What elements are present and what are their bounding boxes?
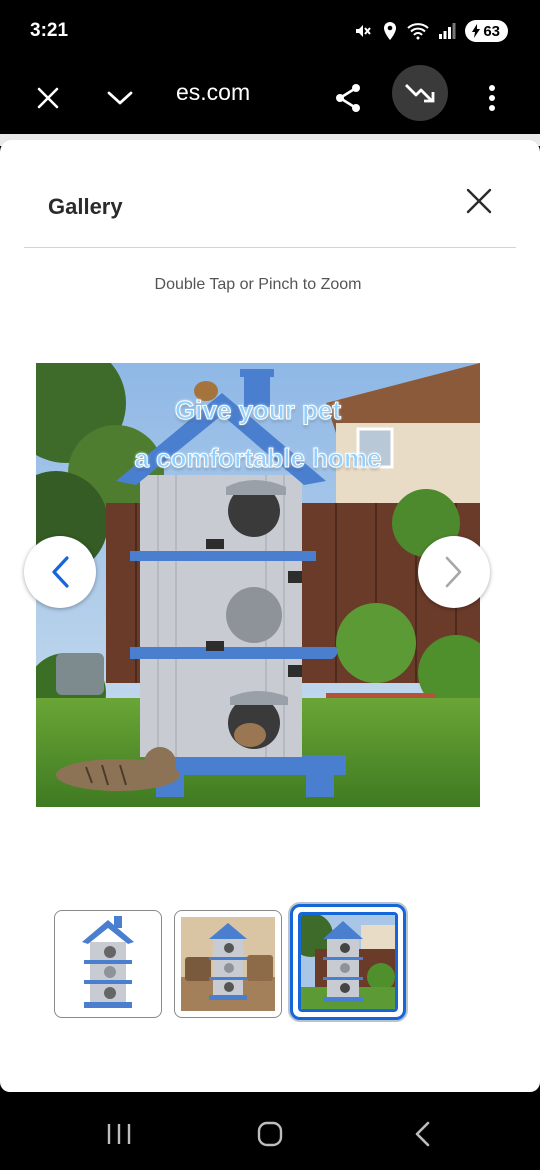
thumbnail-3-selected[interactable] — [290, 904, 406, 1020]
status-icons: 63 — [353, 19, 508, 43]
battery-level: 63 — [483, 22, 500, 40]
gallery-modal: Gallery Double Tap or Pinch to Zoom Give… — [0, 140, 540, 1092]
product-image-picture — [36, 363, 480, 807]
thumbnail-selected-frame — [298, 912, 398, 1012]
back-icon — [415, 1121, 430, 1147]
promo-text-line1: Give your pet — [174, 395, 342, 426]
modal-title: Gallery — [48, 194, 123, 219]
close-icon — [37, 87, 59, 109]
trending-down-icon — [405, 84, 435, 103]
battery-icon: 63 — [465, 20, 508, 42]
location-icon — [382, 21, 398, 41]
home-icon — [257, 1121, 283, 1147]
thumbnail-image — [82, 916, 134, 1008]
status-time: 3:21 — [30, 20, 69, 41]
price-drop-button[interactable] — [392, 65, 448, 121]
wifi-icon — [407, 22, 429, 40]
thumbnail-image — [301, 915, 395, 1009]
recent-apps-icon — [107, 1124, 131, 1144]
close-tab-button[interactable] — [26, 76, 70, 120]
product-image[interactable]: Give your pet a comfortable home — [36, 363, 480, 807]
divider — [24, 247, 516, 248]
thumbnail-2[interactable] — [174, 910, 282, 1018]
more-options-button[interactable] — [470, 76, 514, 120]
previous-image-button[interactable] — [24, 536, 96, 608]
close-gallery-button[interactable] — [458, 180, 500, 222]
share-icon — [336, 84, 360, 112]
promo-text-line2: a comfortable home — [134, 443, 382, 474]
more-vertical-icon — [489, 85, 495, 111]
mute-icon — [353, 21, 373, 41]
chevron-down-icon — [107, 91, 133, 105]
back-button[interactable] — [400, 1112, 444, 1156]
chevron-right-icon — [445, 556, 462, 588]
tab-menu-button[interactable] — [98, 76, 142, 120]
thumbnail-1[interactable] — [54, 910, 162, 1018]
url-text[interactable]: es.com — [176, 79, 250, 106]
zoom-hint: Double Tap or Pinch to Zoom — [154, 276, 362, 293]
recent-apps-button[interactable] — [97, 1112, 141, 1156]
home-button[interactable] — [248, 1112, 292, 1156]
thumbnail-image — [181, 917, 275, 1011]
browser-toolbar: es.com — [0, 62, 540, 134]
close-icon — [466, 188, 492, 214]
share-button[interactable] — [326, 76, 370, 120]
chevron-left-icon — [52, 556, 69, 588]
system-navigation-bar — [0, 1098, 540, 1170]
signal-icon — [438, 22, 456, 40]
next-image-button[interactable] — [418, 536, 490, 608]
status-bar: 3:21 63 — [0, 0, 540, 62]
